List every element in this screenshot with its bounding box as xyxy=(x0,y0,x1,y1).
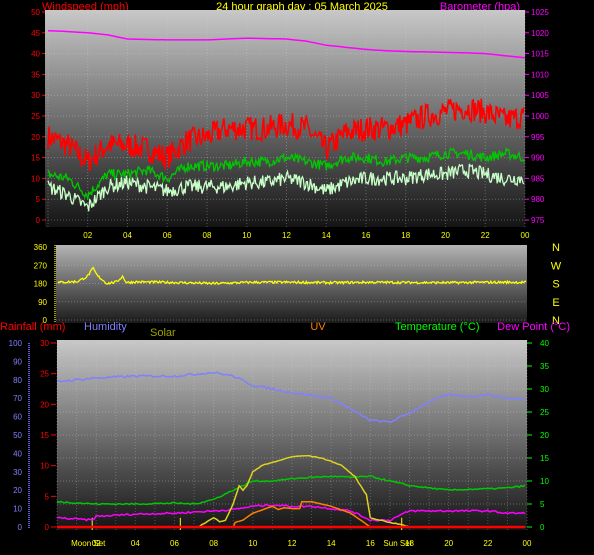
humidity-tick-label: 40 xyxy=(13,449,22,458)
humidity-tick-label: 80 xyxy=(13,376,22,385)
rain-tick-label: 20 xyxy=(40,400,49,409)
humidity-tick-label: 100 xyxy=(9,339,23,348)
temperature-tick-label: 0 xyxy=(540,523,545,532)
rain-tick-label: 30 xyxy=(40,339,49,348)
rain-tick-label: 5 xyxy=(45,492,50,501)
barometer-tick-label: 990 xyxy=(531,154,545,163)
rain-tick-label: 10 xyxy=(40,462,49,471)
wind-tick-label: 40 xyxy=(31,50,40,59)
compass-label: E xyxy=(552,297,559,309)
compass-label: S xyxy=(552,279,559,291)
time-tick-label: 12 xyxy=(288,539,297,548)
time-tick-label: 02 xyxy=(83,231,92,240)
temperature-tick-label: 40 xyxy=(540,339,549,348)
event-label: Sun Set xyxy=(383,539,412,548)
wind-tick-label: 50 xyxy=(31,8,40,17)
wind-tick-label: 45 xyxy=(31,29,40,38)
rain-tick-label: 25 xyxy=(40,370,49,379)
barometer-tick-label: 995 xyxy=(531,133,545,142)
humidity-tick-label: 70 xyxy=(13,394,22,403)
time-tick-label: 20 xyxy=(444,539,453,548)
temperature-tick-label: 10 xyxy=(540,477,549,486)
time-tick-label: 12 xyxy=(282,231,291,240)
temperature-tick-label: 20 xyxy=(540,431,549,440)
humidity-tick-label: 10 xyxy=(13,505,22,514)
time-tick-label: 00 xyxy=(523,539,532,548)
event-label: Moon Set xyxy=(71,539,106,548)
time-tick-label: 14 xyxy=(327,539,336,548)
wind-tick-label: 0 xyxy=(36,216,41,225)
wind-tick-label: 20 xyxy=(31,133,40,142)
barometer-tick-label: 1020 xyxy=(531,29,549,38)
temperature-tick-label: 35 xyxy=(540,362,549,371)
direction-tick-label: 90 xyxy=(38,298,47,307)
time-tick-label: 08 xyxy=(209,539,218,548)
compass-label: W xyxy=(551,260,562,272)
time-tick-label: 04 xyxy=(131,539,140,548)
legend-temperature: Temperature (°C) xyxy=(395,321,479,333)
humidity-tick-label: 0 xyxy=(18,523,23,532)
time-tick-label: 14 xyxy=(322,231,331,240)
time-tick-label: 22 xyxy=(481,231,490,240)
barometer-tick-label: 985 xyxy=(531,174,545,183)
barometer-tick-label: 1010 xyxy=(531,70,549,79)
time-tick-label: 06 xyxy=(170,539,179,548)
time-tick-label: 10 xyxy=(242,231,251,240)
humidity-tick-label: 50 xyxy=(13,431,22,440)
time-tick-label: 16 xyxy=(366,539,375,548)
wind-tick-label: 35 xyxy=(31,70,40,79)
compass-label: N xyxy=(552,242,560,254)
time-tick-label: 20 xyxy=(441,231,450,240)
wind-tick-label: 25 xyxy=(31,112,40,121)
time-tick-label: 00 xyxy=(521,231,530,240)
barometer-tick-label: 1015 xyxy=(531,50,549,59)
direction-tick-label: 360 xyxy=(34,243,48,252)
direction-plot-area xyxy=(56,245,527,323)
wind-tick-label: 5 xyxy=(36,195,41,204)
legend-humidity: Humidity xyxy=(84,321,127,333)
legend-rainfall: Rainfall (mm) xyxy=(0,321,65,333)
wind-tick-label: 10 xyxy=(31,174,40,183)
barometer-tick-label: 975 xyxy=(531,216,545,225)
time-tick-label: 08 xyxy=(203,231,212,240)
humidity-tick-label: 20 xyxy=(13,486,22,495)
time-tick-label: 04 xyxy=(123,231,132,240)
time-tick-label: 10 xyxy=(248,539,257,548)
time-tick-label: 16 xyxy=(362,231,371,240)
legend-uv: UV xyxy=(310,321,326,333)
time-tick-label: 18 xyxy=(401,231,410,240)
humidity-tick-label: 90 xyxy=(13,357,22,366)
direction-tick-label: 270 xyxy=(34,261,48,270)
barometer-tick-label: 1005 xyxy=(531,91,549,100)
temperature-tick-label: 15 xyxy=(540,454,549,463)
temperature-tick-label: 5 xyxy=(540,500,545,509)
wind-tick-label: 30 xyxy=(31,91,40,100)
direction-tick-label: 180 xyxy=(34,280,48,289)
barometer-tick-label: 1000 xyxy=(531,112,549,121)
time-tick-label: 22 xyxy=(483,539,492,548)
temperature-tick-label: 30 xyxy=(540,385,549,394)
time-tick-label: 06 xyxy=(163,231,172,240)
rain-tick-label: 15 xyxy=(40,431,49,440)
humidity-tick-label: 30 xyxy=(13,468,22,477)
barometer-tick-label: 980 xyxy=(531,195,545,204)
wind-tick-label: 15 xyxy=(31,154,40,163)
weather-24h-graph: Windspeed (mph) 24 hour graph day : 05 M… xyxy=(0,1,570,548)
temperature-tick-label: 25 xyxy=(540,408,549,417)
rain-tick-label: 0 xyxy=(45,523,50,532)
legend-dew: Dew Point (°C) xyxy=(497,321,570,333)
legend-solar: Solar xyxy=(150,327,176,339)
humidity-tick-label: 60 xyxy=(13,413,22,422)
barometer-tick-label: 1025 xyxy=(531,8,549,17)
wind-plot-area xyxy=(45,10,525,227)
